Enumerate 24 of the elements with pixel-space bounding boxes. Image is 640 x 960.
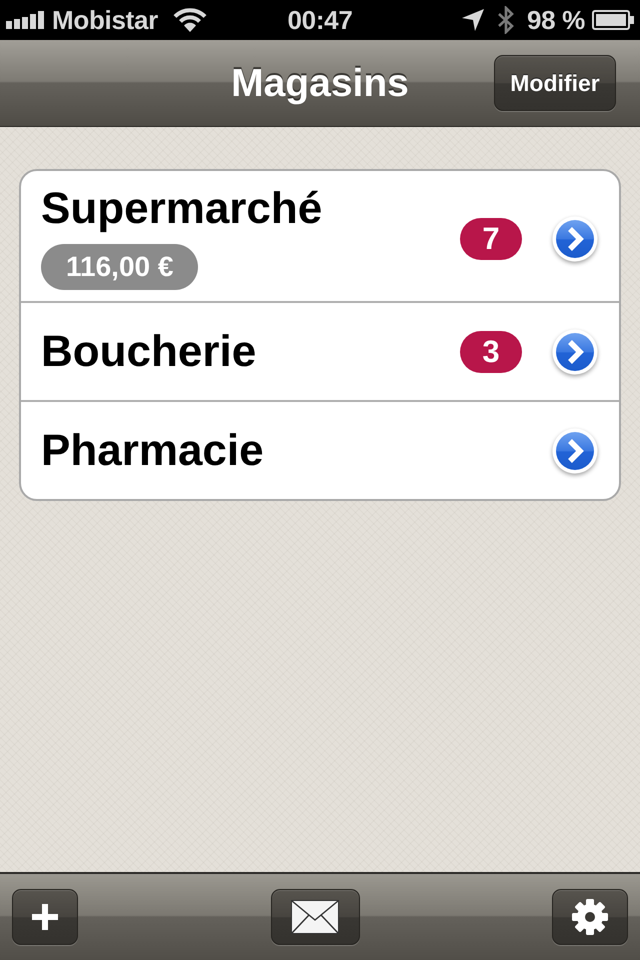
carrier-name: Mobistar [52,7,158,33]
screen-title: Magasins [231,64,409,102]
add-button[interactable] [12,889,78,945]
plus-icon [32,904,58,930]
bluetooth-icon [498,6,514,34]
clock-time: 00:47 [288,7,352,33]
store-row[interactable]: Boucherie 3 [21,303,619,402]
store-row[interactable]: Supermarché 116,00 € 7 [21,171,619,303]
settings-button[interactable] [552,889,628,945]
store-name: Boucherie [41,330,256,374]
store-name: Pharmacie [41,428,264,472]
store-name: Supermarché [41,187,322,231]
battery-percentage: 98 % [526,7,585,33]
location-arrow-icon [462,9,484,31]
edit-button[interactable]: Modifier [494,55,616,111]
envelope-icon [291,900,339,934]
item-count-badge: 7 [460,218,522,260]
signal-bars-icon [6,11,44,29]
mail-button[interactable] [270,889,360,945]
wifi-icon [172,8,207,32]
total-price-pill: 116,00 € [41,244,198,290]
battery-icon [592,10,634,30]
item-count-badge: 3 [460,330,522,372]
store-row[interactable]: Pharmacie [21,402,619,499]
